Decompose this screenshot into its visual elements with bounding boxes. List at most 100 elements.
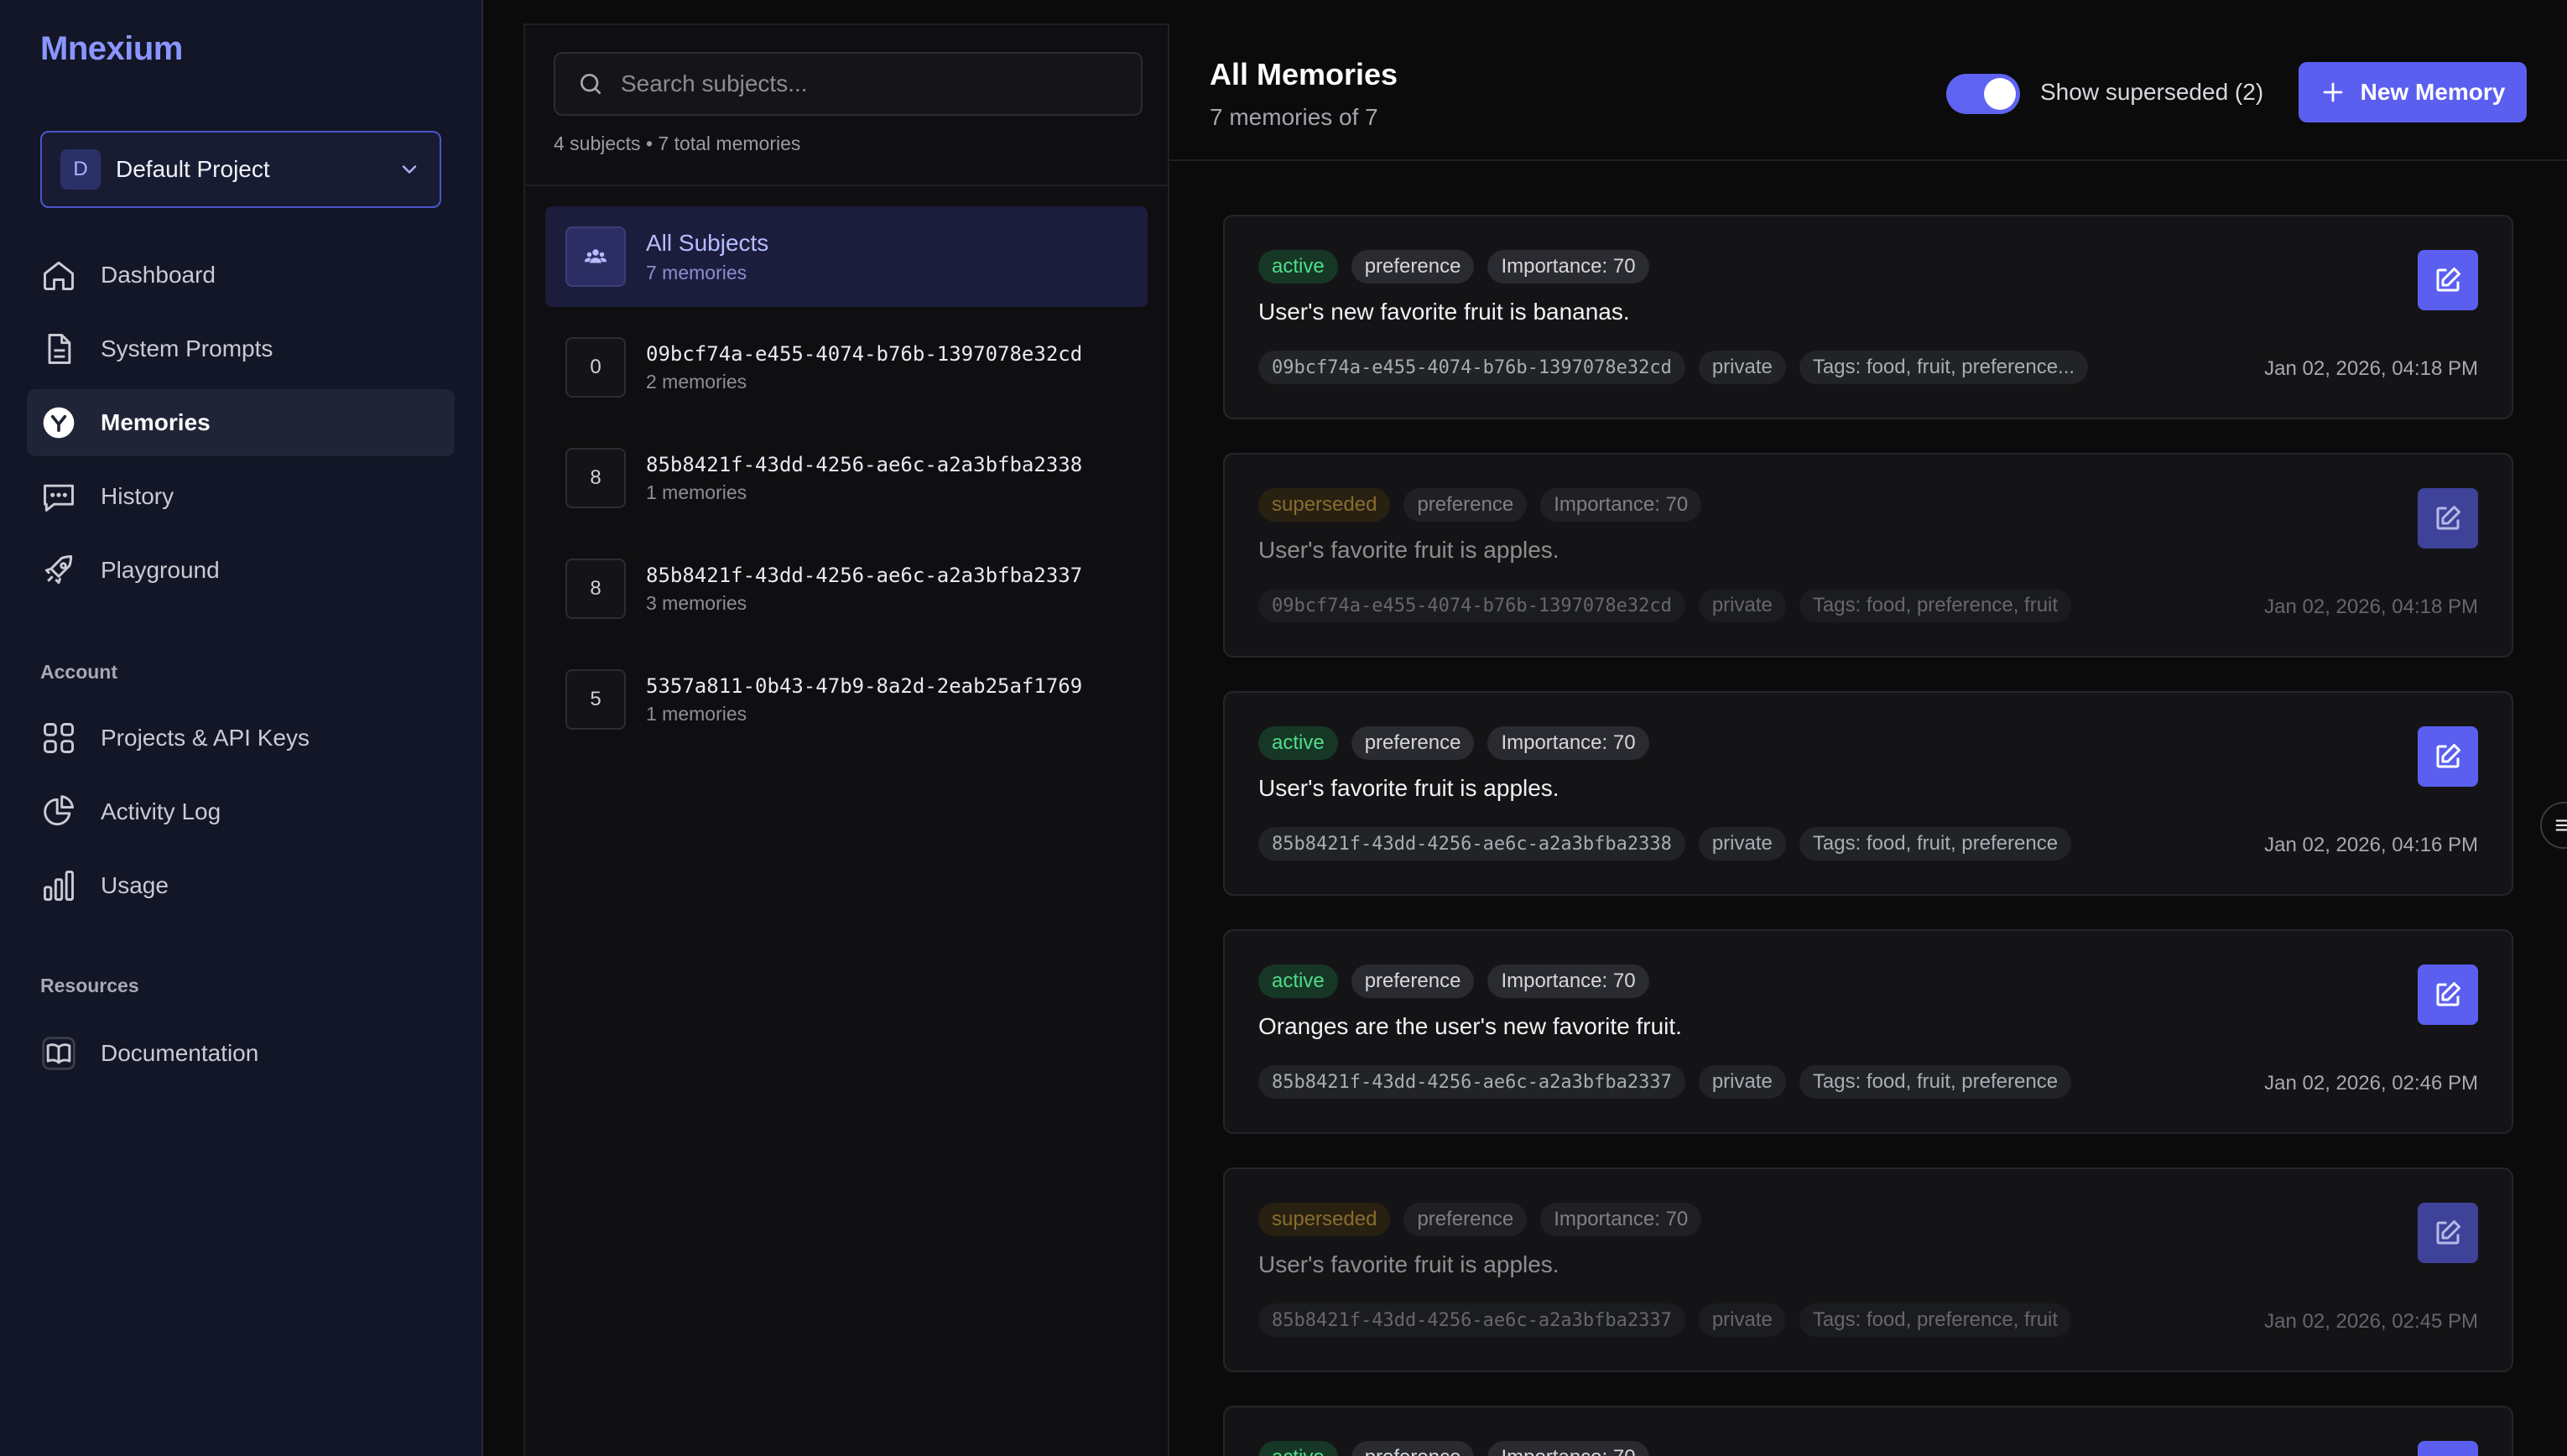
memory-card[interactable]: active preference Importance: 70 Oranges…: [1223, 929, 2513, 1134]
edit-button[interactable]: [2418, 488, 2478, 549]
subject-badge: [565, 226, 626, 287]
search-input[interactable]: [621, 70, 1119, 97]
nav-label: Documentation: [101, 1040, 259, 1066]
subject-badge: 0: [565, 337, 626, 398]
new-memory-button[interactable]: New Memory: [2299, 62, 2527, 122]
memory-card[interactable]: superseded preference Importance: 70 Use…: [1223, 1167, 2513, 1372]
memory-date: Jan 02, 2026, 02:46 PM: [2264, 1072, 2478, 1095]
nav-item-dashboard[interactable]: Dashboard: [27, 242, 455, 309]
memory-count: 7 memories of 7: [1210, 104, 1378, 130]
nav-item-memories[interactable]: Memories: [27, 389, 455, 456]
subject-item[interactable]: 5 5357a811-0b43-47b9-8a2d-2eab25af1769 1…: [545, 649, 1148, 750]
status-badge: active: [1258, 965, 1338, 998]
subject-count: 2 memories: [646, 370, 747, 393]
toggle-label: Show superseded (2): [2040, 79, 2264, 105]
memory-card[interactable]: active preference Importance: 70 User's …: [1223, 215, 2513, 419]
status-badge: superseded: [1258, 488, 1391, 522]
visibility-badge: private: [1698, 1303, 1786, 1337]
visibility-badge: private: [1698, 589, 1786, 622]
tags-badge: Tags: food, preference, fruit: [1799, 589, 2072, 622]
resources-nav: Documentation: [27, 1020, 455, 1094]
pie-chart-icon: [40, 793, 77, 830]
show-superseded-toggle[interactable]: [1946, 74, 2020, 114]
subject-list: All Subjects 7 memories 0 09bcf74a-e455-…: [545, 206, 1148, 760]
visibility-badge: private: [1698, 351, 1786, 384]
memory-card[interactable]: active preference Importance: 70: [1223, 1406, 2513, 1456]
memory-card[interactable]: superseded preference Importance: 70 Use…: [1223, 453, 2513, 658]
edit-button[interactable]: [2418, 250, 2478, 310]
nav-item-projects[interactable]: Projects & API Keys: [27, 705, 455, 772]
memories-panel: All Memories 7 memories of 7 Show supers…: [1169, 23, 2567, 1456]
brand-logo[interactable]: Mnexium: [40, 30, 183, 68]
subject-id-badge: 85b8421f-43dd-4256-ae6c-a2a3bfba2337: [1258, 1303, 1685, 1337]
memory-icon: [40, 404, 77, 441]
subject-summary: 4 subjects • 7 total memories: [554, 133, 801, 154]
subject-id-badge: 09bcf74a-e455-4074-b76b-1397078e32cd: [1258, 589, 1685, 622]
edit-button[interactable]: [2418, 1441, 2478, 1456]
type-badge: preference: [1351, 965, 1475, 998]
status-badge: active: [1258, 250, 1338, 283]
subjects-panel: 4 subjects • 7 total memories All Subjec…: [523, 23, 1169, 1456]
edit-button[interactable]: [2418, 965, 2478, 1025]
bar-chart-icon: [40, 867, 77, 904]
subject-title: 09bcf74a-e455-4074-b76b-1397078e32cd: [646, 341, 1083, 366]
nav-label: History: [101, 483, 174, 509]
subject-id-badge: 09bcf74a-e455-4074-b76b-1397078e32cd: [1258, 351, 1685, 384]
grid-icon: [40, 720, 77, 757]
nav-item-history[interactable]: History: [27, 463, 455, 530]
importance-badge: Importance: 70: [1487, 250, 1649, 283]
visibility-badge: private: [1698, 827, 1786, 861]
nav-label: Usage: [101, 872, 169, 898]
button-label: New Memory: [2360, 79, 2506, 105]
memory-date: Jan 02, 2026, 04:18 PM: [2264, 357, 2478, 380]
importance-badge: Importance: 70: [1540, 488, 1702, 522]
edit-icon: [2436, 506, 2460, 530]
subject-id-badge: 85b8421f-43dd-4256-ae6c-a2a3bfba2338: [1258, 827, 1685, 861]
memory-date: Jan 02, 2026, 04:18 PM: [2264, 595, 2478, 618]
memory-card[interactable]: active preference Importance: 70 User's …: [1223, 691, 2513, 896]
importance-badge: Importance: 70: [1487, 965, 1649, 998]
home-icon: [40, 257, 77, 294]
nav-item-playground[interactable]: Playground: [27, 537, 455, 604]
nav-label: Playground: [101, 557, 220, 583]
search-icon: [581, 74, 601, 94]
subject-item[interactable]: 0 09bcf74a-e455-4074-b76b-1397078e32cd 2…: [545, 317, 1148, 418]
subject-title: 5357a811-0b43-47b9-8a2d-2eab25af1769: [646, 673, 1083, 698]
nav-item-system-prompts[interactable]: System Prompts: [27, 315, 455, 382]
memory-text: User's favorite fruit is apples.: [1258, 1251, 1559, 1277]
importance-badge: Importance: 70: [1487, 1441, 1649, 1456]
subject-badge: 5: [565, 669, 626, 730]
main-nav: Dashboard System Prompts Memories Histor…: [27, 242, 455, 611]
memory-text: Oranges are the user's new favorite frui…: [1258, 1013, 1682, 1039]
section-label-account: Account: [40, 661, 117, 683]
subject-item-all[interactable]: All Subjects 7 memories: [545, 206, 1148, 307]
edit-button[interactable]: [2418, 1203, 2478, 1263]
nav-item-usage[interactable]: Usage: [27, 852, 455, 919]
sidebar: Mnexium D Default Project Dashboard Syst…: [0, 0, 483, 1456]
memories-header: All Memories 7 memories of 7 Show supers…: [1169, 23, 2567, 161]
tags-badge: Tags: food, fruit, preference: [1799, 827, 2072, 861]
visibility-badge: private: [1698, 1065, 1786, 1099]
subject-item[interactable]: 8 85b8421f-43dd-4256-ae6c-a2a3bfba2337 3…: [545, 538, 1148, 639]
memory-date: Jan 02, 2026, 04:16 PM: [2264, 834, 2478, 856]
tags-badge: Tags: food, fruit, preference...: [1799, 351, 2089, 384]
subject-item[interactable]: 8 85b8421f-43dd-4256-ae6c-a2a3bfba2338 1…: [545, 428, 1148, 528]
nav-label: Activity Log: [101, 798, 221, 824]
users-icon: [584, 249, 607, 263]
type-badge: preference: [1351, 1441, 1475, 1456]
nav-item-activity-log[interactable]: Activity Log: [27, 778, 455, 845]
subject-search[interactable]: [554, 52, 1143, 116]
panel-toggle-handle[interactable]: [2540, 802, 2567, 849]
project-selector[interactable]: D Default Project: [40, 131, 441, 208]
edit-icon: [2436, 268, 2460, 292]
nav-item-documentation[interactable]: Documentation: [27, 1020, 455, 1087]
memory-text: User's favorite fruit is apples.: [1258, 775, 1559, 801]
nav-label: Projects & API Keys: [101, 725, 310, 751]
rocket-icon: [40, 552, 77, 589]
edit-button[interactable]: [2418, 726, 2478, 787]
subject-badge: 8: [565, 448, 626, 508]
document-icon: [40, 330, 77, 367]
importance-badge: Importance: 70: [1540, 1203, 1702, 1236]
memory-text: User's favorite fruit is apples.: [1258, 537, 1559, 563]
subject-count: 7 memories: [646, 261, 747, 283]
